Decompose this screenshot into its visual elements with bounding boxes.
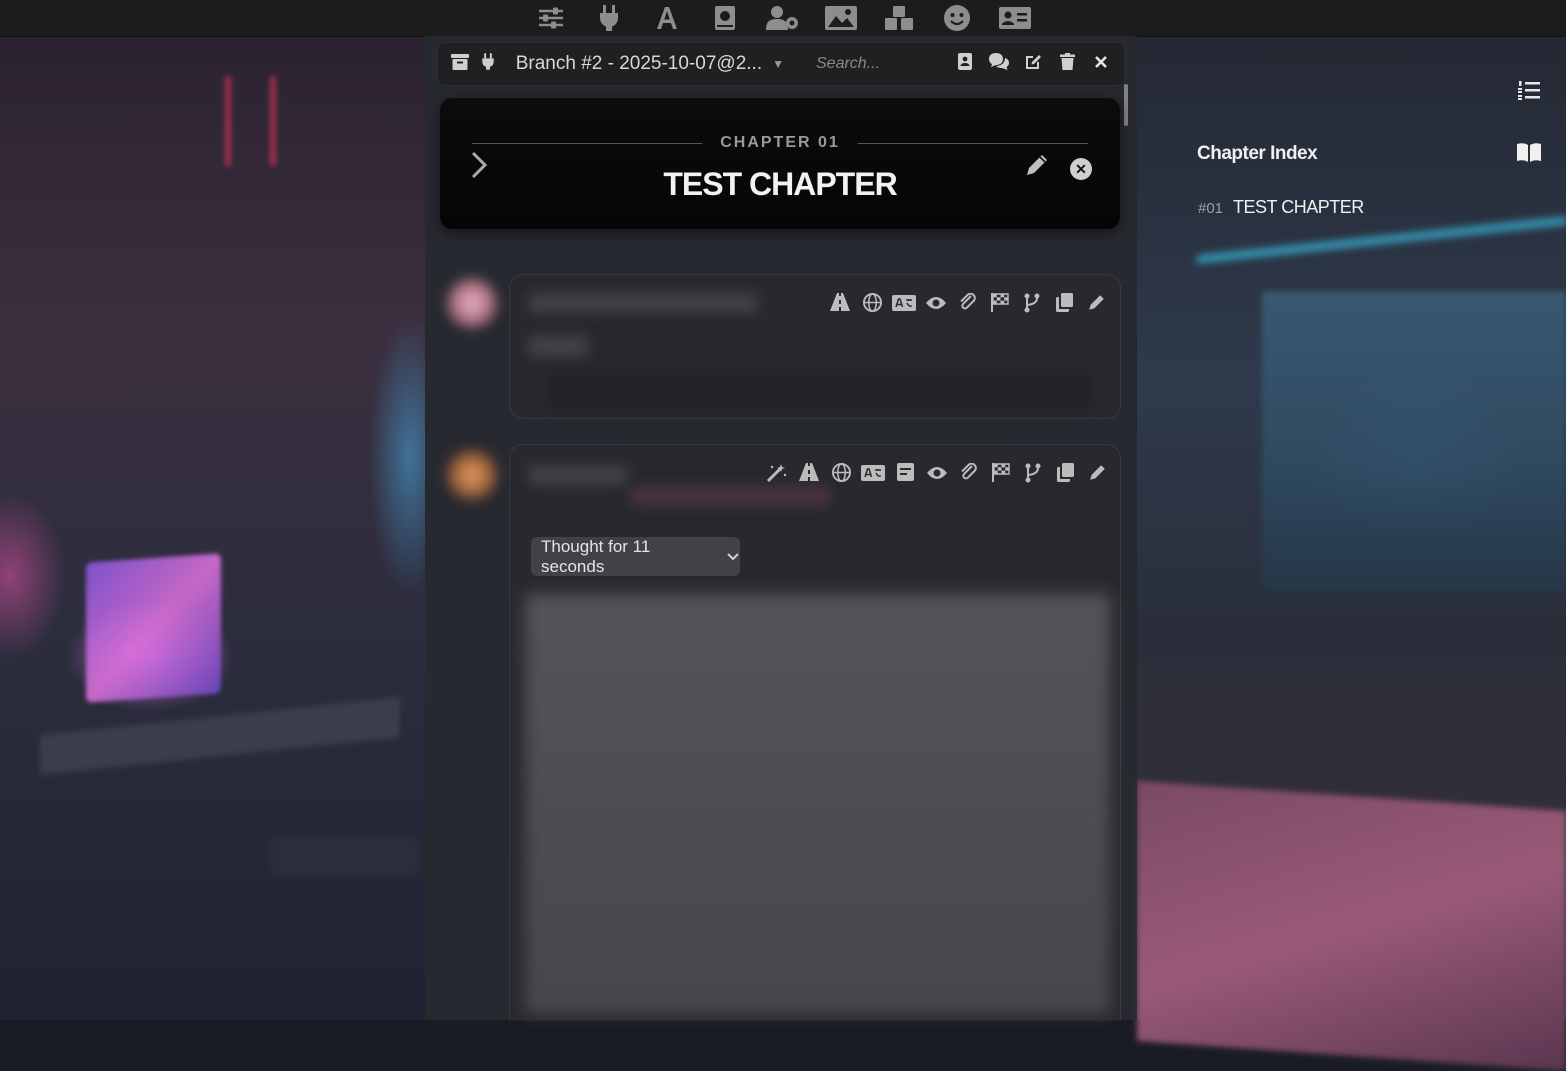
- sliders-icon[interactable]: [531, 3, 571, 33]
- chapter-index-title: Chapter Index: [1197, 143, 1318, 164]
- pencil-icon[interactable]: [1083, 463, 1111, 489]
- chapter-number: CHAPTER 01: [720, 134, 840, 151]
- chapter-index-label: TEST CHAPTER: [1233, 197, 1364, 217]
- message-lines-icon[interactable]: [891, 463, 919, 489]
- translate-icon[interactable]: [890, 293, 918, 319]
- message-body-blurred: [525, 594, 1110, 1014]
- avatar[interactable]: [447, 450, 497, 500]
- chevron-right-icon[interactable]: [470, 150, 488, 188]
- plug-icon[interactable]: [474, 53, 502, 75]
- id-card-icon[interactable]: [995, 3, 1035, 33]
- branch-icon[interactable]: [1018, 293, 1046, 319]
- road-icon[interactable]: [826, 293, 854, 319]
- copy-icon[interactable]: [1051, 463, 1079, 489]
- background-left: [0, 36, 425, 1020]
- globe-icon[interactable]: [827, 463, 855, 489]
- chapter-index-item[interactable]: #01 TEST CHAPTER: [1198, 197, 1364, 218]
- eye-icon[interactable]: [923, 463, 951, 489]
- translate-icon[interactable]: [859, 463, 887, 489]
- plug-icon[interactable]: [589, 3, 629, 33]
- top-toolbar: [0, 0, 1566, 37]
- message-toolbar: [763, 462, 1111, 489]
- wand-icon[interactable]: [763, 463, 791, 489]
- avatar[interactable]: [447, 278, 497, 328]
- paperclip-icon[interactable]: [954, 292, 982, 319]
- book-open-icon[interactable]: [1516, 142, 1542, 168]
- chapter-card: CHAPTER 01 TEST CHAPTER ✕: [440, 98, 1120, 229]
- remove-chapter-icon[interactable]: ✕: [1070, 158, 1092, 180]
- background-right: [1137, 36, 1566, 1071]
- background-window: [1262, 291, 1566, 591]
- paperclip-icon[interactable]: [955, 462, 983, 489]
- thought-label: Thought for 11 seconds: [541, 536, 651, 576]
- chevron-down-icon: [726, 549, 740, 565]
- copy-icon[interactable]: [1050, 293, 1078, 319]
- pencil-icon[interactable]: [1024, 152, 1050, 184]
- chapter-title: TEST CHAPTER: [663, 166, 897, 202]
- header-actions: [948, 53, 1118, 75]
- flag-checkered-icon[interactable]: [987, 463, 1015, 489]
- trash-icon[interactable]: [1050, 53, 1084, 75]
- edit-square-icon[interactable]: [1016, 53, 1050, 75]
- caret-down-icon[interactable]: ▼: [772, 57, 784, 71]
- globe-icon[interactable]: [858, 293, 886, 319]
- background-monitor: [86, 553, 221, 703]
- book-atlas-icon[interactable]: [705, 3, 745, 33]
- branch-title[interactable]: Branch #2 - 2025-10-07@2...: [516, 53, 762, 75]
- list-ordered-icon[interactable]: [1518, 80, 1540, 106]
- message-toolbar: [826, 292, 1110, 319]
- close-icon[interactable]: [1084, 54, 1118, 74]
- eye-icon[interactable]: [922, 293, 950, 319]
- smile-icon[interactable]: [937, 3, 977, 33]
- comments-icon[interactable]: [982, 53, 1016, 75]
- archive-box-icon[interactable]: [446, 53, 474, 75]
- branch-icon[interactable]: [1019, 463, 1047, 489]
- chat-header: Branch #2 - 2025-10-07@2... ▼: [437, 42, 1125, 86]
- user-gear-icon[interactable]: [763, 3, 803, 33]
- chapter-index-number: #01: [1198, 200, 1224, 217]
- image-icon[interactable]: [821, 3, 861, 33]
- chat-scrollbar[interactable]: [1124, 84, 1128, 126]
- font-icon[interactable]: [647, 3, 687, 33]
- search-input[interactable]: [814, 54, 948, 74]
- flag-checkered-icon[interactable]: [986, 293, 1014, 319]
- address-book-icon[interactable]: [948, 53, 982, 75]
- thought-toggle[interactable]: Thought for 11 seconds: [531, 537, 740, 576]
- pencil-icon[interactable]: [1082, 293, 1110, 319]
- cubes-icon[interactable]: [879, 3, 919, 33]
- road-icon[interactable]: [795, 463, 823, 489]
